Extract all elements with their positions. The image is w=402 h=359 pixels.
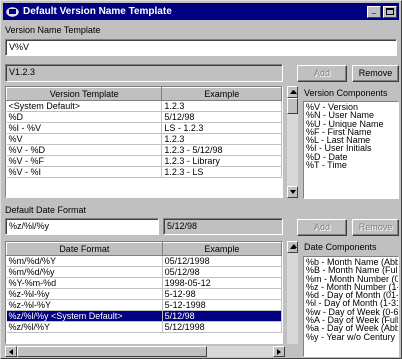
date-example-field: 5/12/98 bbox=[163, 218, 283, 235]
table-cell-format: %z/%l/%y <System Default> bbox=[6, 310, 163, 322]
table-cell-format: %V - %D bbox=[6, 144, 163, 156]
table-cell-format: %z/%l/%Y bbox=[6, 321, 163, 333]
table-cell-example: 1.2.3 - 5/12/98 bbox=[161, 144, 282, 156]
date-table-row[interactable]: %z/%l/%y <System Default> 5/12/98 bbox=[6, 310, 282, 322]
date-table-scroll-track[interactable] bbox=[287, 253, 298, 344]
table-cell-format: %V - %I bbox=[6, 166, 163, 178]
minimize-button[interactable]: _ bbox=[367, 5, 381, 18]
date-add-button: Add bbox=[297, 219, 347, 236]
app-icon bbox=[6, 6, 19, 17]
date-table-row[interactable]: %Y-%m-%d 1998-05-12 bbox=[6, 277, 282, 289]
arrow-right-icon bbox=[277, 348, 281, 355]
date-table-row[interactable]: %z/%l/%Y 5/12/1998 bbox=[6, 321, 282, 333]
date-table-scroll-right[interactable] bbox=[273, 346, 285, 357]
version-components-list[interactable]: %V - Version %N - User Name %U - Unique Na… bbox=[303, 101, 399, 199]
date-format-table: Date Format Example %m/%d/%Y 05/12/1998 %m… bbox=[5, 241, 283, 344]
version-table-row[interactable]: %V - %F 1.2.3 - Library bbox=[6, 155, 282, 167]
table-cell-format: %V - %F bbox=[6, 155, 163, 167]
version-table-row[interactable]: %D 5/12/98 bbox=[6, 111, 282, 123]
version-table-row[interactable]: %V - %D 1.2.3 - 5/12/98 bbox=[6, 144, 282, 156]
version-template-label: Version Name Template bbox=[5, 25, 101, 35]
minimize-icon: _ bbox=[371, 5, 377, 14]
column-header-date-format[interactable]: Date Format bbox=[6, 242, 163, 256]
version-table-row[interactable]: <System Default> 1.2.3 bbox=[6, 100, 282, 112]
date-table-row[interactable]: %z-%l-%y 5-12-98 bbox=[6, 288, 282, 300]
table-cell-example: 05/12/98 bbox=[162, 266, 282, 278]
table-cell-format: %z-%l-%Y bbox=[6, 299, 163, 311]
table-cell-example: 1.2.3 bbox=[161, 100, 282, 112]
date-table-hscroll-thumb[interactable] bbox=[17, 346, 207, 357]
version-components-marker-icon bbox=[291, 90, 297, 94]
table-cell-example: 5/12/1998 bbox=[162, 321, 282, 333]
table-cell-format: %m/%d/%y bbox=[6, 266, 163, 278]
table-cell-format: %Y-%m-%d bbox=[6, 277, 163, 289]
date-components-label: Date Components bbox=[304, 242, 377, 252]
column-header-date-example[interactable]: Example bbox=[161, 242, 282, 256]
date-components-marker-icon bbox=[291, 244, 297, 248]
date-format-label: Default Date Format bbox=[5, 205, 87, 215]
version-table-row[interactable]: %V - %I 1.2.3 - LS bbox=[6, 166, 282, 178]
table-cell-example: 5-12-1998 bbox=[162, 299, 282, 311]
table-cell-format: %m/%d/%Y bbox=[6, 255, 163, 267]
version-component-item[interactable]: %T - Time bbox=[306, 160, 396, 169]
table-cell-example: 5/12/98 bbox=[161, 111, 282, 123]
version-template-input[interactable]: V%V bbox=[5, 39, 397, 56]
table-cell-format: <System Default> bbox=[6, 100, 163, 112]
table-cell-example: 05/12/1998 bbox=[162, 255, 282, 267]
version-example-field: V1.2.3 bbox=[5, 64, 283, 82]
date-table-row[interactable]: %m/%d/%y 05/12/98 bbox=[6, 266, 282, 278]
date-format-input[interactable]: %z/%l/%y bbox=[5, 218, 159, 235]
version-remove-button[interactable]: Remove bbox=[352, 65, 399, 82]
column-header-version-template[interactable]: Version Template bbox=[6, 87, 163, 101]
version-table-scroll-thumb[interactable] bbox=[287, 98, 298, 114]
table-cell-example: 1.2.3 - Library bbox=[161, 155, 282, 167]
table-cell-example: 5/12/98 bbox=[162, 310, 282, 322]
column-header-example[interactable]: Example bbox=[161, 87, 282, 101]
maximize-icon bbox=[386, 8, 394, 15]
arrow-left-icon bbox=[9, 348, 13, 355]
table-cell-format: %V bbox=[6, 133, 163, 145]
date-table-row[interactable]: %z-%l-%Y 5-12-1998 bbox=[6, 299, 282, 311]
table-cell-example: LS - 1.2.3 bbox=[161, 122, 282, 134]
version-table-scroll-down[interactable] bbox=[287, 186, 298, 198]
dialog-window: Default Version Name Template _ Version … bbox=[0, 0, 402, 359]
title-bar[interactable]: Default Version Name Template _ bbox=[3, 3, 399, 20]
table-cell-example: 5-12-98 bbox=[162, 288, 282, 300]
version-table-row[interactable]: %V 1.2.3 bbox=[6, 133, 282, 145]
version-table-row[interactable]: %I - %V LS - 1.2.3 bbox=[6, 122, 282, 134]
version-add-button: Add bbox=[297, 65, 347, 82]
window-title: Default Version Name Template bbox=[23, 6, 172, 17]
table-cell-example: 1.2.3 bbox=[161, 133, 282, 145]
table-cell-format: %z-%l-%y bbox=[6, 288, 163, 300]
table-cell-example: 1998-05-12 bbox=[162, 277, 282, 289]
date-remove-button: Remove bbox=[352, 219, 399, 236]
version-components-label: Version Components bbox=[304, 88, 388, 98]
date-table-row[interactable]: %m/%d/%Y 05/12/1998 bbox=[6, 255, 282, 267]
date-table-scroll-left[interactable] bbox=[5, 346, 17, 357]
table-cell-example: 1.2.3 - LS bbox=[161, 166, 282, 178]
table-cell-format: %I - %V bbox=[6, 122, 163, 134]
arrow-down-icon bbox=[289, 190, 296, 194]
date-component-item[interactable]: %y - Year w/o Century (00 bbox=[306, 332, 398, 341]
maximize-button[interactable] bbox=[383, 5, 397, 18]
version-template-table: Version Template Example <System Default… bbox=[5, 86, 283, 198]
date-components-list[interactable]: %b - Month Name (Abbr.) %B - Month Name (… bbox=[303, 256, 399, 357]
table-cell-format: %D bbox=[6, 111, 163, 123]
